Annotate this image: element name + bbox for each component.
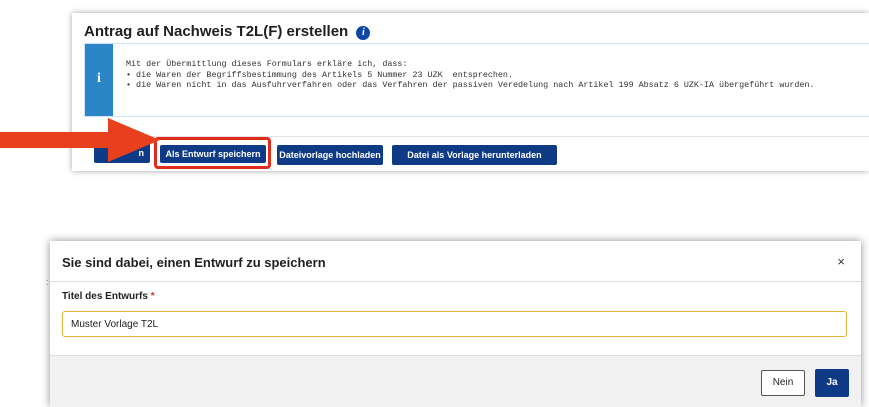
- red-arrow-icon: [0, 118, 160, 162]
- draft-title-label: Titel des Entwurfs *: [62, 291, 155, 302]
- draft-title-input[interactable]: [62, 311, 847, 337]
- info-icon[interactable]: i: [356, 26, 371, 40]
- dialog-header: Sie sind dabei, einen Entwurf zu speiche…: [50, 241, 861, 282]
- dialog-footer: Nein Ja: [50, 355, 861, 407]
- required-marker: *: [150, 291, 155, 302]
- draft-title-label-text: Titel des Entwurfs: [62, 291, 148, 302]
- info-icon: i: [97, 71, 101, 86]
- page-title-text: Antrag auf Nachweis T2L(F) erstellen: [84, 23, 349, 40]
- notice-line-3: • die Waren nicht in das Ausfuhrverfahre…: [126, 80, 815, 90]
- notice-line-2: • die Waren der Begriffsbestimmung des A…: [126, 69, 513, 80]
- background-text-fragment: :: [46, 277, 49, 287]
- declaration-notice: i Mit der Übermittlung dieses Formulars …: [84, 43, 869, 117]
- download-template-button[interactable]: Datei als Vorlage herunterladen: [392, 145, 557, 165]
- dialog-title: Sie sind dabei, einen Entwurf zu speiche…: [62, 255, 326, 270]
- upload-template-button[interactable]: Dateivorlage hochladen: [277, 145, 383, 165]
- notice-text: Mit der Übermittlung dieses Formulars er…: [126, 59, 815, 91]
- no-button[interactable]: Nein: [761, 370, 805, 396]
- create-form-panel: Antrag auf Nachweis T2L(F) erstellen i i…: [72, 13, 869, 171]
- yes-button[interactable]: Ja: [815, 369, 849, 397]
- notice-stripe: i: [85, 44, 113, 116]
- save-draft-dialog: Sie sind dabei, einen Entwurf zu speiche…: [50, 241, 861, 407]
- page-title: Antrag auf Nachweis T2L(F) erstellen i: [84, 23, 371, 40]
- close-icon[interactable]: ×: [837, 254, 845, 269]
- notice-line-1: Mit der Übermittlung dieses Formulars er…: [126, 59, 408, 69]
- highlight-box: [154, 137, 271, 169]
